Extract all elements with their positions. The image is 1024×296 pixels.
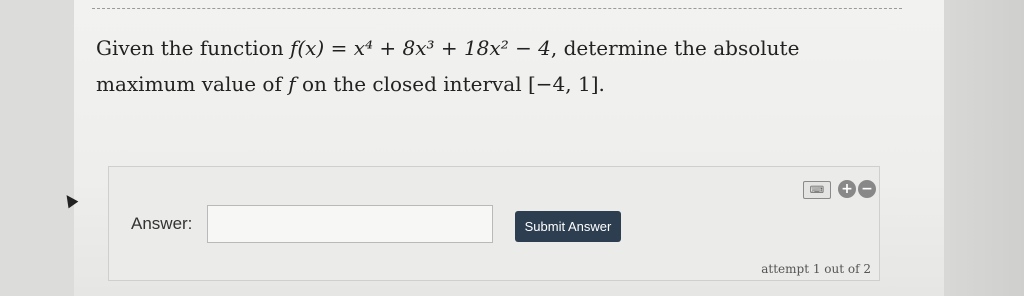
function-expression: f(x) = x⁴ + 8x³ + 18x² − 4 — [289, 36, 551, 60]
question-suffix: , determine the absolute — [550, 36, 800, 60]
question-line2-suffix: . — [598, 72, 605, 96]
answer-label: Answer: — [131, 214, 193, 233]
question-line2-prefix: maximum value of — [96, 72, 289, 96]
interval: [−4, 1] — [527, 72, 599, 96]
question-line-1: Given the function f(x) = x⁴ + 8x³ + 18x… — [96, 30, 856, 66]
keyboard-icon[interactable]: ⌨ — [803, 181, 831, 199]
top-divider — [92, 8, 902, 9]
question-prefix: Given the function — [96, 36, 290, 60]
attempt-counter: attempt 1 out of 2 — [761, 262, 871, 276]
plus-minus-icon[interactable]: + − — [838, 180, 878, 200]
answer-box: ⌨ + − Answer: Submit Answer attempt 1 ou… — [108, 166, 880, 281]
function-variable: f — [288, 72, 296, 96]
question-line2-mid: on the closed interval — [295, 72, 528, 96]
question-line-2: maximum value of f on the closed interva… — [96, 66, 856, 102]
submit-answer-button[interactable]: Submit Answer — [515, 211, 621, 242]
minus-icon[interactable]: − — [858, 180, 876, 198]
question-text: Given the function f(x) = x⁴ + 8x³ + 18x… — [96, 30, 856, 102]
plus-icon[interactable]: + — [838, 180, 856, 198]
answer-input[interactable] — [207, 205, 493, 243]
background-shade — [944, 0, 1024, 296]
